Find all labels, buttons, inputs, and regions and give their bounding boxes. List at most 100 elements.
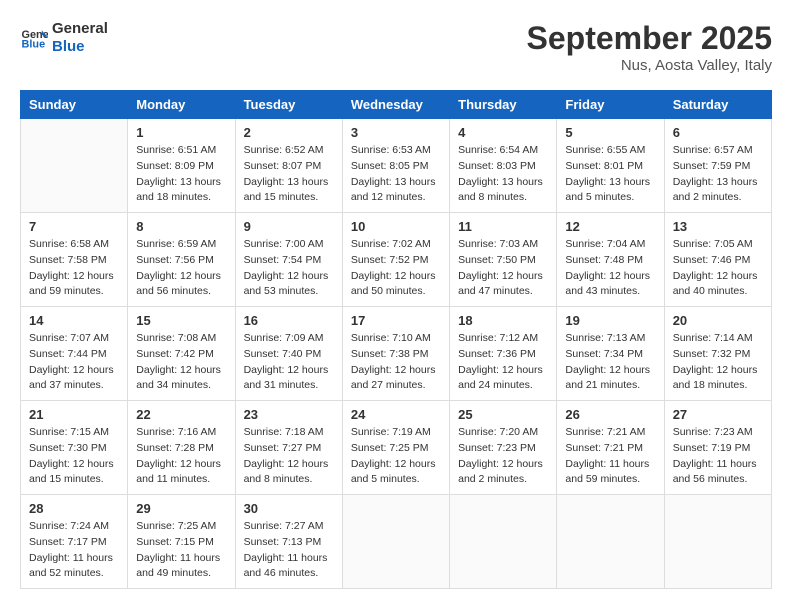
day-number: 29: [136, 501, 226, 516]
calendar-cell: 1 Sunrise: 6:51 AM Sunset: 8:09 PM Daylig…: [128, 119, 235, 213]
day-info: Sunrise: 6:55 AM Sunset: 8:01 PM Dayligh…: [565, 143, 655, 206]
calendar-cell: 14Sunrise: 7:07 AM Sunset: 7:44 PM Dayli…: [21, 307, 128, 401]
calendar-cell: 4Sunrise: 6:54 AM Sunset: 8:03 PM Daylig…: [450, 119, 557, 213]
day-info: Sunrise: 7:14 AM Sunset: 7:32 PM Dayligh…: [673, 331, 763, 394]
calendar-cell: 13 Sunrise: 7:05 AM Sunset: 7:46 PM Dayli…: [664, 213, 771, 307]
calendar-cell: [557, 495, 664, 589]
day-info: Sunrise: 7:10 AM Sunset: 7:38 PM Dayligh…: [351, 331, 441, 394]
calendar-cell: 20Sunrise: 7:14 AM Sunset: 7:32 PM Dayli…: [664, 307, 771, 401]
day-header: Thursday: [450, 91, 557, 119]
day-info: Sunrise: 7:15 AM Sunset: 7:30 PM Dayligh…: [29, 425, 119, 488]
calendar-cell: 27 Sunrise: 7:23 AM Sunset: 7:19 PM Dayli…: [664, 401, 771, 495]
calendar-cell: 9Sunrise: 7:00 AM Sunset: 7:54 PM Daylig…: [235, 213, 342, 307]
day-info: Sunrise: 7:08 AM Sunset: 7:42 PM Dayligh…: [136, 331, 226, 394]
day-info: Sunrise: 7:05 AM Sunset: 7:46 PM Dayligh…: [673, 237, 763, 300]
logo-line1: General: [52, 20, 108, 38]
day-info: Sunrise: 6:52 AM Sunset: 8:07 PM Dayligh…: [244, 143, 334, 206]
day-number: 1: [136, 125, 226, 140]
day-info: Sunrise: 7:07 AM Sunset: 7:44 PM Dayligh…: [29, 331, 119, 394]
calendar-cell: 2 Sunrise: 6:52 AM Sunset: 8:07 PM Daylig…: [235, 119, 342, 213]
day-info: Sunrise: 7:02 AM Sunset: 7:52 PM Dayligh…: [351, 237, 441, 300]
calendar-cell: 10 Sunrise: 7:02 AM Sunset: 7:52 PM Dayli…: [342, 213, 449, 307]
calendar-header-row: SundayMondayTuesdayWednesdayThursdayFrid…: [21, 91, 772, 119]
day-number: 2: [244, 125, 334, 140]
calendar-cell: 5 Sunrise: 6:55 AM Sunset: 8:01 PM Daylig…: [557, 119, 664, 213]
page-header: General Blue General Blue September 2025…: [20, 20, 772, 74]
calendar-cell: 16 Sunrise: 7:09 AM Sunset: 7:40 PM Dayli…: [235, 307, 342, 401]
day-info: Sunrise: 6:53 AM Sunset: 8:05 PM Dayligh…: [351, 143, 441, 206]
calendar-cell: 21 Sunrise: 7:15 AM Sunset: 7:30 PM Dayli…: [21, 401, 128, 495]
calendar-cell: 23 Sunrise: 7:18 AM Sunset: 7:27 PM Dayli…: [235, 401, 342, 495]
calendar-cell: 15 Sunrise: 7:08 AM Sunset: 7:42 PM Dayli…: [128, 307, 235, 401]
logo-line2: Blue: [52, 38, 108, 56]
day-header: Wednesday: [342, 91, 449, 119]
day-number: 28: [29, 501, 119, 516]
calendar-cell: 3 Sunrise: 6:53 AM Sunset: 8:05 PM Daylig…: [342, 119, 449, 213]
day-header: Friday: [557, 91, 664, 119]
logo: General Blue General Blue: [20, 20, 108, 56]
day-number: 3: [351, 125, 441, 140]
day-info: Sunrise: 7:19 AM Sunset: 7:25 PM Dayligh…: [351, 425, 441, 488]
calendar-cell: 12 Sunrise: 7:04 AM Sunset: 7:48 PM Dayli…: [557, 213, 664, 307]
calendar-week-row: 1 Sunrise: 6:51 AM Sunset: 8:09 PM Daylig…: [21, 119, 772, 213]
day-header: Monday: [128, 91, 235, 119]
calendar-cell: [342, 495, 449, 589]
day-number: 7: [29, 219, 119, 234]
day-number: 16: [244, 313, 334, 328]
day-number: 10: [351, 219, 441, 234]
day-number: 22: [136, 407, 226, 422]
day-number: 8: [136, 219, 226, 234]
day-info: Sunrise: 7:18 AM Sunset: 7:27 PM Dayligh…: [244, 425, 334, 488]
day-info: Sunrise: 6:57 AM Sunset: 7:59 PM Dayligh…: [673, 143, 763, 206]
svg-text:Blue: Blue: [22, 38, 46, 50]
calendar-cell: 19Sunrise: 7:13 AM Sunset: 7:34 PM Dayli…: [557, 307, 664, 401]
day-number: 13: [673, 219, 763, 234]
calendar-cell: 11Sunrise: 7:03 AM Sunset: 7:50 PM Dayli…: [450, 213, 557, 307]
day-number: 23: [244, 407, 334, 422]
calendar-cell: [21, 119, 128, 213]
calendar-cell: 24 Sunrise: 7:19 AM Sunset: 7:25 PM Dayli…: [342, 401, 449, 495]
day-number: 30: [244, 501, 334, 516]
calendar-table: SundayMondayTuesdayWednesdayThursdayFrid…: [20, 90, 772, 589]
day-header: Tuesday: [235, 91, 342, 119]
calendar-cell: 29 Sunrise: 7:25 AM Sunset: 7:15 PM Dayli…: [128, 495, 235, 589]
day-number: 18: [458, 313, 548, 328]
day-info: Sunrise: 7:12 AM Sunset: 7:36 PM Dayligh…: [458, 331, 548, 394]
day-number: 4: [458, 125, 548, 140]
day-info: Sunrise: 7:04 AM Sunset: 7:48 PM Dayligh…: [565, 237, 655, 300]
day-number: 27: [673, 407, 763, 422]
calendar-cell: 6 Sunrise: 6:57 AM Sunset: 7:59 PM Daylig…: [664, 119, 771, 213]
day-number: 9: [244, 219, 334, 234]
day-number: 21: [29, 407, 119, 422]
day-info: Sunrise: 7:27 AM Sunset: 7:13 PM Dayligh…: [244, 519, 334, 582]
calendar-week-row: 7Sunrise: 6:58 AM Sunset: 7:58 PM Daylig…: [21, 213, 772, 307]
calendar-body: 1 Sunrise: 6:51 AM Sunset: 8:09 PM Daylig…: [21, 119, 772, 589]
day-header: Saturday: [664, 91, 771, 119]
calendar-week-row: 28 Sunrise: 7:24 AM Sunset: 7:17 PM Dayli…: [21, 495, 772, 589]
calendar-cell: 22Sunrise: 7:16 AM Sunset: 7:28 PM Dayli…: [128, 401, 235, 495]
calendar-cell: 17Sunrise: 7:10 AM Sunset: 7:38 PM Dayli…: [342, 307, 449, 401]
month-title: September 2025: [527, 20, 772, 57]
day-header: Sunday: [21, 91, 128, 119]
calendar-week-row: 21 Sunrise: 7:15 AM Sunset: 7:30 PM Dayli…: [21, 401, 772, 495]
day-number: 5: [565, 125, 655, 140]
title-section: September 2025 Nus, Aosta Valley, Italy: [527, 20, 772, 74]
day-info: Sunrise: 7:20 AM Sunset: 7:23 PM Dayligh…: [458, 425, 548, 488]
day-info: Sunrise: 7:09 AM Sunset: 7:40 PM Dayligh…: [244, 331, 334, 394]
calendar-cell: 25 Sunrise: 7:20 AM Sunset: 7:23 PM Dayli…: [450, 401, 557, 495]
calendar-week-row: 14Sunrise: 7:07 AM Sunset: 7:44 PM Dayli…: [21, 307, 772, 401]
day-number: 6: [673, 125, 763, 140]
calendar-cell: [664, 495, 771, 589]
day-info: Sunrise: 7:25 AM Sunset: 7:15 PM Dayligh…: [136, 519, 226, 582]
calendar-cell: 8 Sunrise: 6:59 AM Sunset: 7:56 PM Daylig…: [128, 213, 235, 307]
day-info: Sunrise: 6:51 AM Sunset: 8:09 PM Dayligh…: [136, 143, 226, 206]
day-info: Sunrise: 7:23 AM Sunset: 7:19 PM Dayligh…: [673, 425, 763, 488]
day-number: 11: [458, 219, 548, 234]
location-title: Nus, Aosta Valley, Italy: [527, 57, 772, 74]
day-number: 12: [565, 219, 655, 234]
day-number: 24: [351, 407, 441, 422]
day-number: 15: [136, 313, 226, 328]
day-info: Sunrise: 7:24 AM Sunset: 7:17 PM Dayligh…: [29, 519, 119, 582]
day-number: 25: [458, 407, 548, 422]
day-info: Sunrise: 6:59 AM Sunset: 7:56 PM Dayligh…: [136, 237, 226, 300]
